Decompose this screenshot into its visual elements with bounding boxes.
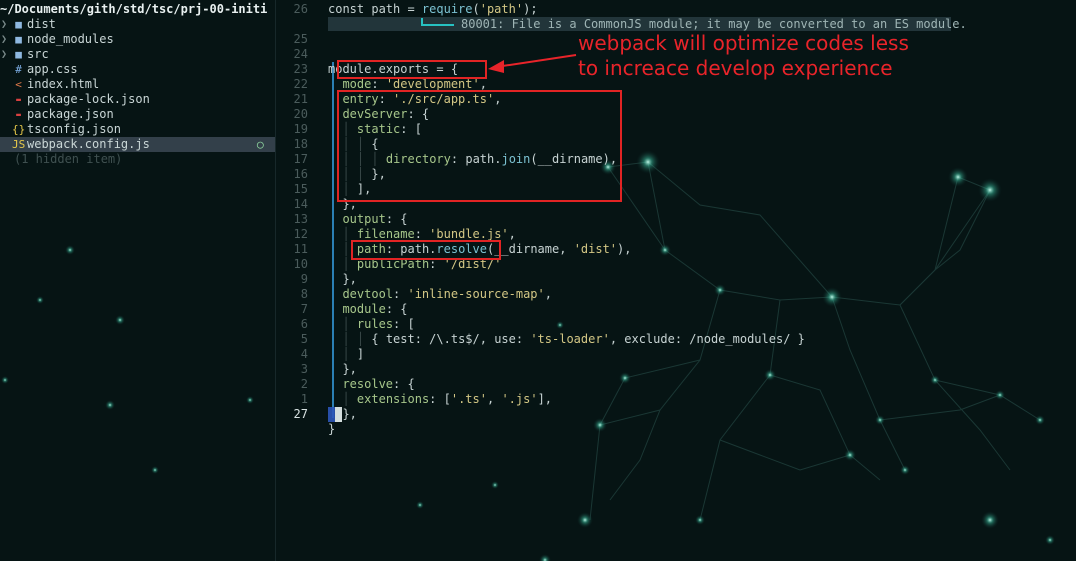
line-number: 5 bbox=[300, 332, 308, 346]
file-label: dist bbox=[27, 17, 56, 31]
line-number: 3 bbox=[300, 362, 308, 376]
file-webpack-config-js[interactable]: JS webpack.config.js ◯ bbox=[0, 137, 275, 152]
line-number: 1 bbox=[300, 392, 308, 406]
line-number: 24 bbox=[293, 47, 308, 61]
line-number: 25 bbox=[293, 32, 308, 46]
code-line[interactable]: }, bbox=[328, 272, 356, 287]
line-number: 19 bbox=[293, 122, 308, 136]
file-label: webpack.config.js bbox=[27, 137, 150, 151]
line-number bbox=[276, 17, 308, 32]
lightbulb-icon[interactable]: ◯ bbox=[257, 137, 264, 152]
code-line[interactable]: module: { bbox=[328, 302, 407, 317]
line-number: 22 bbox=[293, 77, 308, 91]
file-label: tsconfig.json bbox=[27, 122, 121, 136]
code-line[interactable]: resolve: { bbox=[328, 377, 414, 392]
line-number: 11 bbox=[293, 242, 308, 256]
folder-node-modules[interactable]: ❯ ■ node_modules bbox=[0, 32, 275, 47]
js-file-icon: JS bbox=[12, 138, 26, 151]
npm-file-icon: ▬ bbox=[16, 95, 21, 104]
code-line[interactable]: }, bbox=[328, 362, 356, 377]
diagnostic-message[interactable]: 80001: File is a CommonJS module; it may… bbox=[461, 17, 967, 31]
file-label: package.json bbox=[27, 107, 114, 121]
code-line[interactable]: │ rules: [ bbox=[328, 317, 414, 332]
chevron-right-icon: ❯ bbox=[1, 49, 8, 60]
line-number: 2 bbox=[300, 377, 308, 391]
json-file-icon: {} bbox=[12, 123, 26, 136]
highlight-box-mode bbox=[337, 60, 487, 79]
annotation-line-1: webpack will optimize codes less bbox=[578, 31, 909, 55]
code-line[interactable]: │ │ { test: /\.ts$/, use: 'ts-loader', e… bbox=[328, 332, 804, 347]
line-number: 13 bbox=[293, 212, 308, 226]
folder-icon: ■ bbox=[15, 48, 22, 61]
folder-icon: ■ bbox=[15, 18, 22, 31]
code-line[interactable]: const path = require('path'); bbox=[328, 2, 538, 17]
file-label: node_modules bbox=[27, 32, 114, 46]
file-index-html[interactable]: < index.html bbox=[0, 77, 275, 92]
file-label: app.css bbox=[27, 62, 78, 76]
file-label: src bbox=[27, 47, 49, 61]
npm-file-icon: ▬ bbox=[16, 110, 21, 119]
file-app-css[interactable]: # app.css bbox=[0, 62, 275, 77]
annotation-line-2: to increace develop experience bbox=[578, 56, 893, 80]
hidden-items-note[interactable]: (1 hidden item) bbox=[0, 152, 275, 167]
line-number: 8 bbox=[300, 287, 308, 301]
line-number: 9 bbox=[300, 272, 308, 286]
explorer-path[interactable]: ~/Documents/gith/std/tsc/prj-00-initi bbox=[0, 2, 275, 17]
code-line[interactable]: devtool: 'inline-source-map', bbox=[328, 287, 552, 302]
line-number: 18 bbox=[293, 137, 308, 151]
file-tsconfig-json[interactable]: {} tsconfig.json bbox=[0, 122, 275, 137]
html-file-icon: < bbox=[15, 78, 22, 91]
code-line[interactable]: } bbox=[328, 422, 335, 437]
code-line[interactable]: │ extensions: ['.ts', '.js'], bbox=[328, 392, 552, 407]
line-number: 15 bbox=[293, 182, 308, 196]
file-label: package-lock.json bbox=[27, 92, 150, 106]
code-line[interactable]: output: { bbox=[328, 212, 407, 227]
line-number: 12 bbox=[293, 227, 308, 241]
line-number: 10 bbox=[293, 257, 308, 271]
line-number: 20 bbox=[293, 107, 308, 121]
code-line[interactable]: }, bbox=[328, 407, 356, 422]
folder-icon: ■ bbox=[15, 33, 22, 46]
folder-dist[interactable]: ❯ ■ dist bbox=[0, 17, 275, 32]
line-number: 27 bbox=[293, 407, 308, 421]
file-explorer: ~/Documents/gith/std/tsc/prj-00-initi ❯ … bbox=[0, 0, 275, 561]
annotation-text: webpack will optimize codes less to incr… bbox=[578, 31, 909, 81]
line-number: 7 bbox=[300, 302, 308, 316]
line-number: 17 bbox=[293, 152, 308, 166]
file-package-lock-json[interactable]: ▬ package-lock.json bbox=[0, 92, 275, 107]
code-editor[interactable]: 80001: File is a CommonJS module; it may… bbox=[276, 0, 1076, 561]
chevron-right-icon: ❯ bbox=[1, 19, 8, 30]
line-number: 21 bbox=[293, 92, 308, 106]
folder-src[interactable]: ❯ ■ src bbox=[0, 47, 275, 62]
line-number: 4 bbox=[300, 347, 308, 361]
code-line[interactable]: │ ] bbox=[328, 347, 364, 362]
file-package-json[interactable]: ▬ package.json bbox=[0, 107, 275, 122]
line-number: 26 bbox=[293, 2, 308, 16]
line-number: 16 bbox=[293, 167, 308, 181]
line-number: 6 bbox=[300, 317, 308, 331]
explorer-path-label: ~/Documents/gith/std/tsc/prj-00-initi bbox=[0, 2, 268, 16]
highlight-box-devserver bbox=[337, 90, 622, 202]
css-file-icon: # bbox=[15, 63, 22, 76]
diagnostic-connector bbox=[421, 24, 454, 26]
annotation-arrow bbox=[488, 54, 577, 73]
line-number: 14 bbox=[293, 197, 308, 211]
highlight-box-publicpath bbox=[351, 240, 501, 260]
chevron-right-icon: ❯ bbox=[1, 34, 8, 45]
file-label: index.html bbox=[27, 77, 100, 91]
hidden-items-label: (1 hidden item) bbox=[14, 152, 123, 166]
line-number: 23 bbox=[293, 62, 308, 76]
